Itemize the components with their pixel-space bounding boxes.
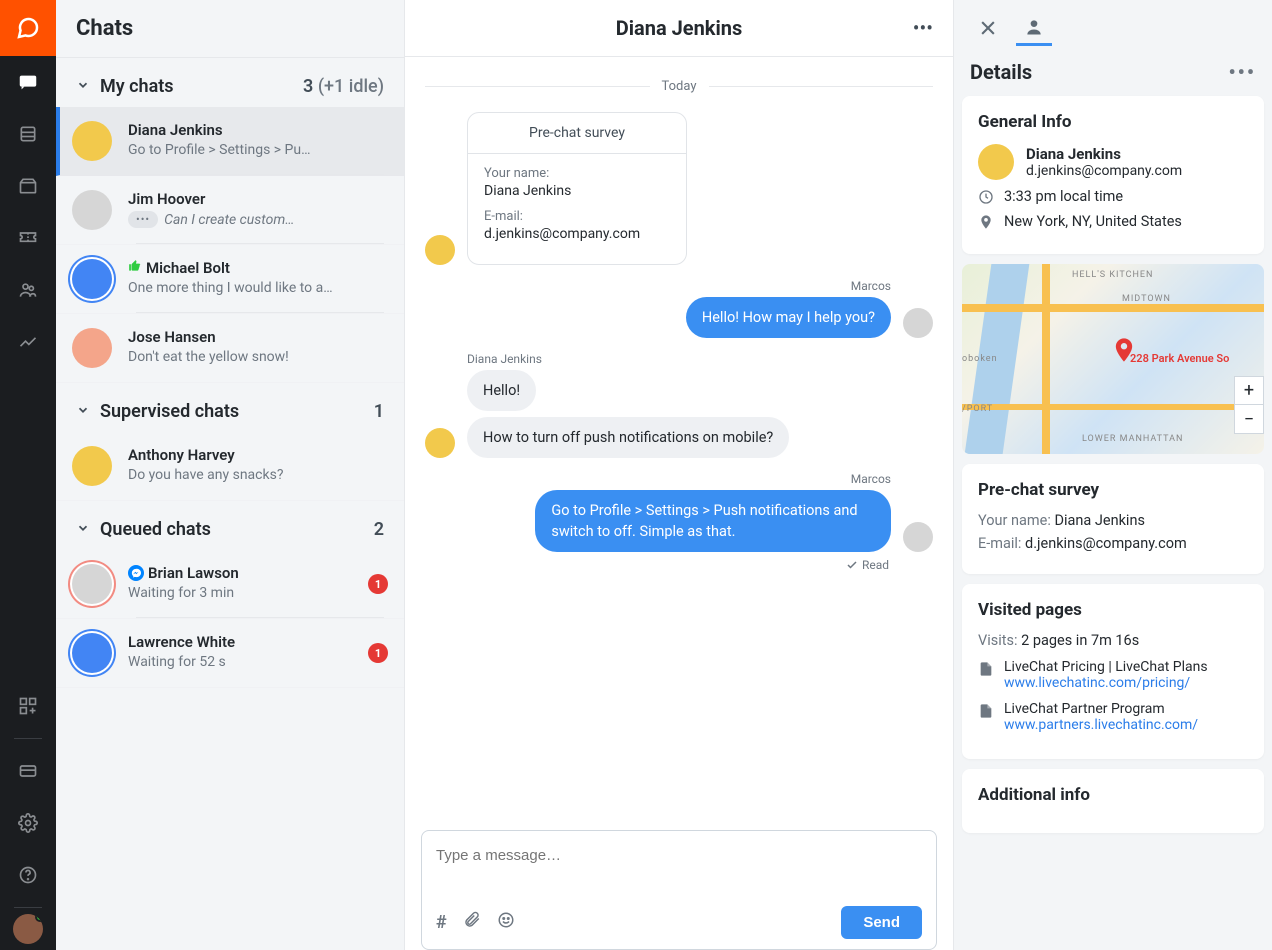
chevron-down-icon [76,76,90,97]
location-map[interactable]: HELL'S KITCHEN MIDTOWN LOWER MANHATTAN o… [962,264,1264,454]
avatar [72,121,112,161]
chat-list-item[interactable]: Diana Jenkins Go to Profile > Settings > … [56,107,404,176]
more-icon[interactable]: ••• [913,16,933,40]
message-bubble: Go to Profile > Settings > Push notifica… [535,490,891,552]
general-info-card: General Info Diana Jenkins d.jenkins@com… [962,96,1264,254]
chat-preview: Do you have any snacks? [128,467,388,483]
message-bubble: Hello! [467,370,536,411]
chat-preview: Don't eat the yellow snow! [128,349,388,365]
chat-preview: Waiting for 3 min [128,585,368,601]
section-toggle[interactable]: Queued chats2 [56,501,404,550]
avatar [425,428,455,458]
chat-preview: Go to Profile > Settings > Pu… [128,142,388,158]
send-button[interactable]: Send [841,906,922,939]
nav-chats-icon[interactable] [0,56,56,108]
pre-chat-survey-card: Pre-chat survey Your name: Diana Jenkins… [467,112,687,265]
chat-name: Brian Lawson [128,564,368,582]
chat-name: Lawrence White [128,633,368,651]
zoom-out-button[interactable]: − [1235,405,1263,433]
chat-list-item[interactable]: Jose Hansen Don't eat the yellow snow! [56,314,404,383]
page-link[interactable]: www.livechatinc.com/pricing/ [1004,675,1208,691]
message-composer: # Send [421,830,937,950]
avatar [72,564,112,604]
message-bubble: Hello! How may I help you? [686,297,891,338]
chat-preview: Waiting for 52 s [128,654,368,670]
message-bubble: How to turn off push notifications on mo… [467,417,789,458]
nav-visitors-icon[interactable] [0,108,56,160]
chat-name: Diana Jenkins [128,121,388,139]
close-icon[interactable] [970,10,1006,46]
chevron-down-icon [76,401,90,422]
unread-badge: 1 [368,643,388,663]
attachment-icon[interactable] [463,911,481,934]
avatar [72,328,112,368]
nav-rail [0,0,56,950]
message-input[interactable] [436,847,922,864]
nav-archive-icon[interactable] [0,160,56,212]
chat-preview: One more thing I would like to a… [128,280,388,296]
section-toggle[interactable]: My chats3 (+1 idle) [56,58,404,107]
typing-indicator: ••• [128,211,158,228]
avatar [978,144,1014,180]
thumbs-up-icon [128,259,142,277]
chat-name: Jose Hansen [128,328,388,346]
unread-badge: 1 [368,574,388,594]
details-pane: Details ••• General Info Diana Jenkins d… [954,0,1272,950]
page-link[interactable]: www.partners.livechatinc.com/ [1004,717,1198,733]
sidebar: Chats My chats3 (+1 idle) Diana Jenkins Go… [56,0,405,950]
nav-apps-icon[interactable] [0,680,56,732]
date-separator: Today [425,79,933,94]
user-avatar[interactable] [13,914,43,944]
avatar [425,235,455,265]
additional-info-card: Additional info [962,769,1264,833]
avatar [72,633,112,673]
hash-icon[interactable]: # [436,912,447,933]
zoom-in-button[interactable]: + [1235,377,1263,405]
profile-tab-icon[interactable] [1016,10,1052,46]
read-status: Read [425,558,889,572]
chat-list-item[interactable]: Lawrence White Waiting for 52 s1 [56,619,404,688]
emoji-icon[interactable] [497,911,515,934]
pre-chat-survey-card: Pre-chat survey Your name: Diana Jenkins… [962,464,1264,574]
logo-icon[interactable] [0,0,56,56]
nav-reports-icon[interactable] [0,316,56,368]
nav-help-icon[interactable] [0,849,56,901]
sidebar-title: Chats [56,0,404,58]
nav-tickets-icon[interactable] [0,212,56,264]
chat-title: Diana Jenkins [616,16,743,40]
chat-list-item[interactable]: Brian Lawson Waiting for 3 min1 [56,550,404,619]
chat-name: Jim Hoover [128,190,388,208]
avatar [903,522,933,552]
chat-list-item[interactable]: Michael Bolt One more thing I would like … [56,245,404,314]
visited-pages-card: Visited pages Visits: 2 pages in 7m 16s … [962,584,1264,759]
avatar [72,446,112,486]
avatar [903,308,933,338]
chat-list-item[interactable]: Anthony Harvey Do you have any snacks? [56,432,404,501]
chat-name: Anthony Harvey [128,446,388,464]
chat-pane: Diana Jenkins ••• Today Pre-chat survey … [405,0,954,950]
nav-agents-icon[interactable] [0,264,56,316]
location: New York, NY, United States [978,213,1248,230]
nav-settings-icon[interactable] [0,797,56,849]
nav-billing-icon[interactable] [0,745,56,797]
local-time: 3:33 pm local time [978,188,1248,205]
more-icon[interactable]: ••• [1228,60,1256,84]
avatar [72,259,112,299]
chat-header: Diana Jenkins ••• [405,0,953,57]
chat-list-item[interactable]: Jim Hoover ••• Can I create custom… [56,176,404,245]
chat-name: Michael Bolt [128,259,388,277]
details-title: Details [970,60,1032,84]
chevron-down-icon [76,519,90,540]
section-toggle[interactable]: Supervised chats1 [56,383,404,432]
avatar [72,190,112,230]
chat-preview: ••• Can I create custom… [128,211,388,228]
messenger-icon [128,565,144,581]
